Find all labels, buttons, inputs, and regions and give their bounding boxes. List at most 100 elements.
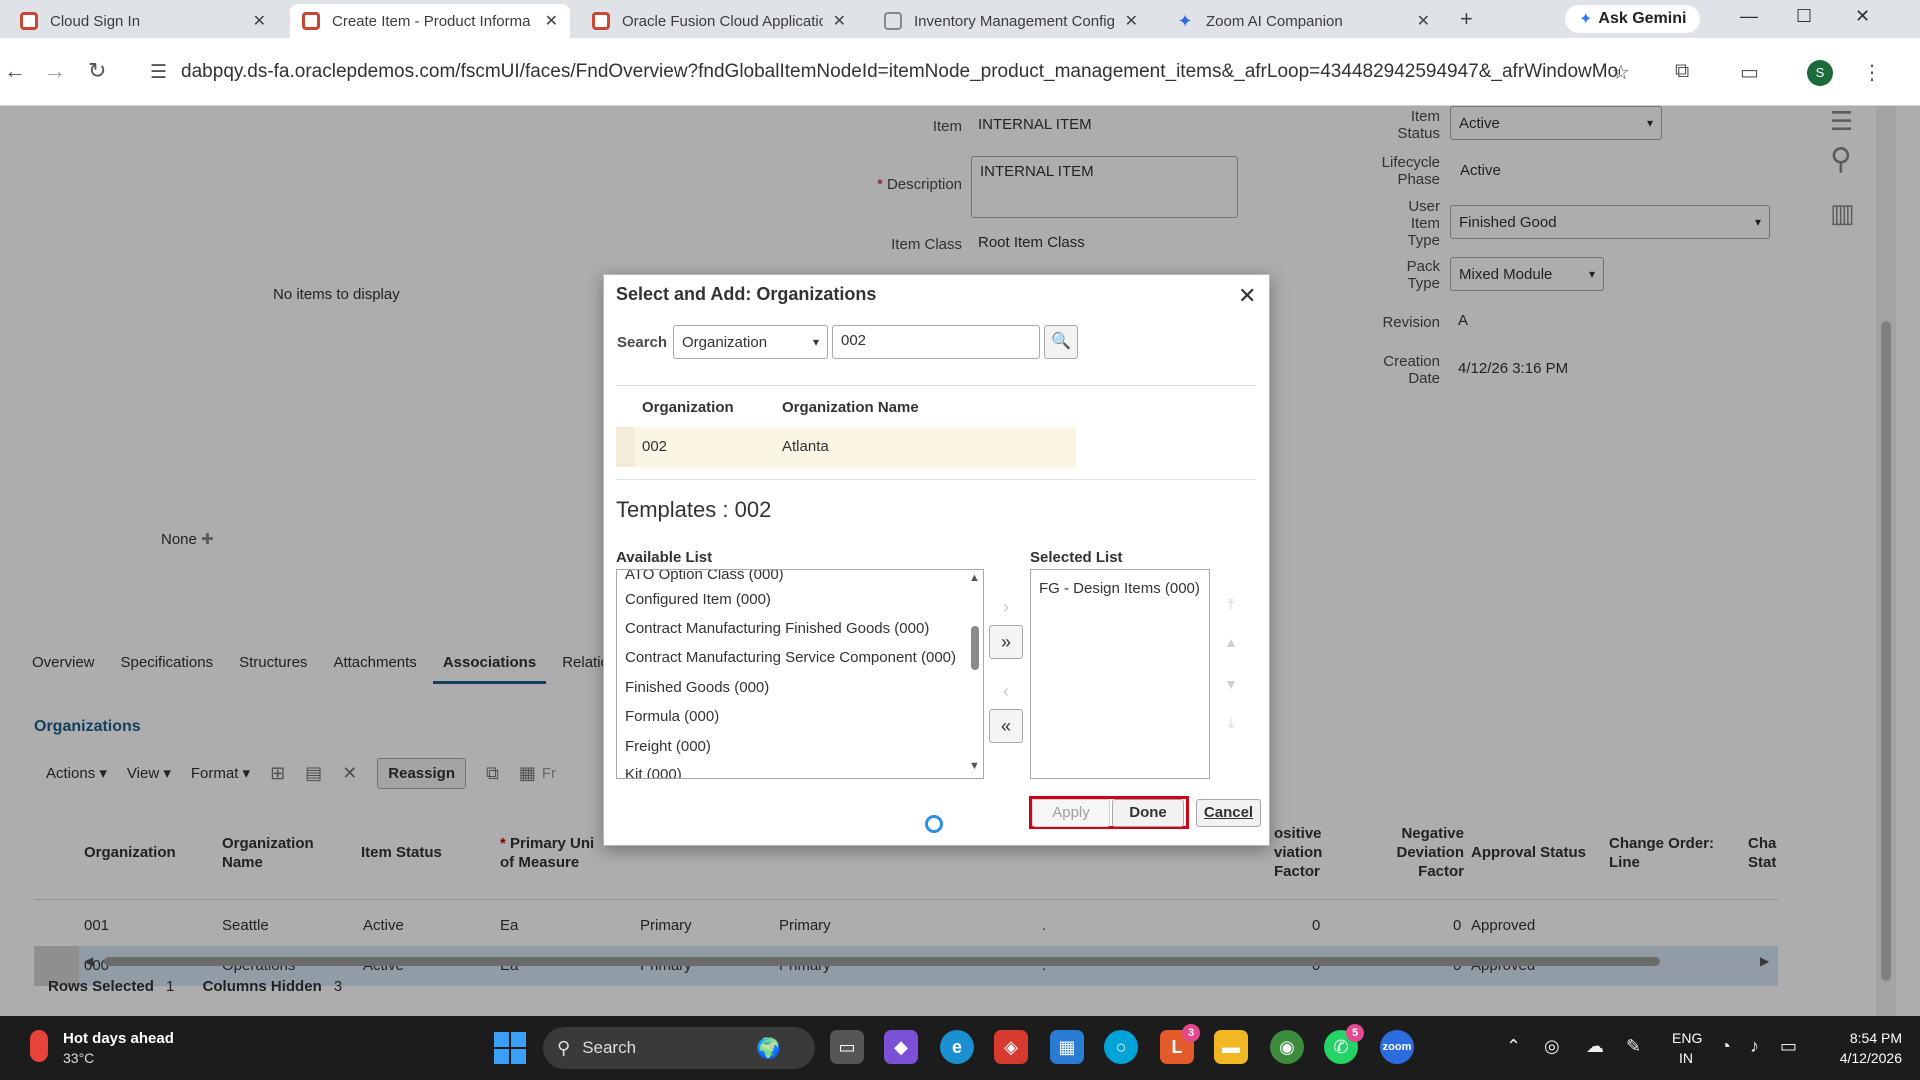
tab-create-item[interactable]: Create Item - Product Informa ✕ — [290, 4, 570, 38]
minimize-icon[interactable]: — — [1740, 6, 1758, 27]
apply-button[interactable]: Apply — [1032, 799, 1110, 827]
table-row[interactable]: 002 Atlanta — [616, 427, 1076, 467]
list-item[interactable]: ATO Option Class (000) — [625, 570, 784, 583]
extensions-icon[interactable]: ⧉ — [1675, 60, 1689, 83]
taskbar-search-label: Search — [582, 1038, 637, 1057]
reload-icon[interactable]: ↻ — [88, 58, 106, 84]
list-item[interactable]: Kit (000) — [625, 766, 682, 778]
chrome-icon[interactable]: ◉ — [1270, 1030, 1304, 1064]
weather-thermometer-icon[interactable] — [30, 1030, 48, 1062]
cancel-button[interactable]: Cancel — [1196, 799, 1261, 827]
url-text: dabpqy.ds-fa.oraclepdemos.com/fscmUI/fac… — [181, 61, 1620, 82]
list-item[interactable]: Contract Manufacturing Finished Goods (0… — [625, 620, 929, 637]
menu-kebab-icon[interactable]: ⋮ — [1862, 60, 1882, 85]
list-item[interactable]: Contract Manufacturing Service Component… — [625, 649, 956, 666]
cortana-icon[interactable]: ○ — [1104, 1030, 1138, 1064]
scroll-up-icon[interactable]: ▲ — [969, 572, 980, 584]
sync-icon[interactable]: ◎ — [1544, 1036, 1560, 1057]
templates-title: Templates : 002 — [616, 497, 772, 522]
loading-spinner — [925, 815, 943, 833]
col-organization-name[interactable]: Organization Name — [782, 399, 919, 416]
tab-cloud-sign-in[interactable]: Cloud Sign In ✕ — [8, 4, 278, 38]
url-field[interactable]: ☰ dabpqy.ds-fa.oraclepdemos.com/fscmUI/f… — [140, 52, 1620, 92]
tab-oracle-fusion[interactable]: Oracle Fusion Cloud Applicatic ✕ — [580, 4, 858, 38]
store-icon[interactable]: ▦ — [1050, 1030, 1084, 1064]
list-item[interactable]: Freight (000) — [625, 738, 711, 755]
region-indicator[interactable]: IN — [1679, 1050, 1693, 1066]
zoom-sparkle-icon: ✦ — [1177, 11, 1193, 31]
close-tab-icon[interactable]: ✕ — [1417, 11, 1430, 31]
scroll-down-icon[interactable]: ▼ — [969, 760, 980, 772]
l-app-icon[interactable]: L3 — [1160, 1024, 1200, 1064]
edge-icon[interactable]: e — [940, 1030, 974, 1064]
move-selected-icon[interactable]: › — [989, 591, 1023, 625]
tab-title: Inventory Management Config — [914, 12, 1115, 30]
cloud-icon[interactable]: ☁ — [1586, 1036, 1604, 1057]
ask-gemini-button[interactable]: ✦ Ask Gemini — [1565, 5, 1701, 33]
remove-all-button[interactable]: « — [989, 709, 1023, 743]
close-icon[interactable]: ✕ — [1238, 283, 1256, 309]
close-tab-icon[interactable]: ✕ — [1125, 11, 1138, 31]
tab-title: Oracle Fusion Cloud Applicatic — [622, 12, 823, 30]
search-button[interactable]: 🔍 — [1044, 325, 1078, 359]
tab-inventory-config[interactable]: Inventory Management Config ✕ — [872, 4, 1150, 38]
available-list[interactable]: ATO Option Class (000) Configured Item (… — [616, 569, 984, 779]
move-bottom-icon[interactable]: ⤓ — [1214, 705, 1248, 739]
search-type-value: Organization — [682, 333, 768, 351]
file-explorer-icon[interactable]: ▬ — [1214, 1030, 1248, 1064]
taskbar-search[interactable]: ⚲ Search 🌍 — [543, 1027, 815, 1069]
notification-badge: 5 — [1346, 1024, 1364, 1042]
remove-selected-icon[interactable]: ‹ — [989, 675, 1023, 709]
tab-zoom-ai[interactable]: ✦ Zoom AI Companion ✕ — [1164, 4, 1442, 38]
shield-icon[interactable]: ◈ — [994, 1030, 1028, 1064]
available-list-scrollbar[interactable]: ▲ ▼ — [967, 570, 983, 778]
volume-icon[interactable]: ♪ — [1750, 1036, 1759, 1057]
done-button[interactable]: Done — [1112, 799, 1184, 827]
col-organization[interactable]: Organization — [642, 399, 734, 416]
move-top-icon[interactable]: ⤒ — [1214, 587, 1248, 621]
start-tile — [494, 1032, 509, 1047]
new-tab-icon[interactable]: + — [1460, 6, 1473, 32]
list-item[interactable]: Formula (000) — [625, 708, 719, 725]
search-label: Search — [617, 334, 668, 351]
back-icon[interactable]: ← — [4, 58, 26, 84]
weather-temperature[interactable]: 33°C — [63, 1050, 94, 1066]
close-window-icon[interactable]: ✕ — [1855, 6, 1870, 27]
search-type-select[interactable]: Organization ▾ — [673, 325, 828, 359]
clock-date[interactable]: 4/12/2026 — [1820, 1050, 1902, 1066]
bookmark-star-icon[interactable]: ☆ — [1612, 60, 1630, 85]
search-input[interactable]: 002 — [832, 325, 1040, 359]
oracle-icon — [592, 12, 610, 30]
side-panel-icon[interactable]: ▭ — [1740, 60, 1759, 85]
list-item[interactable]: Configured Item (000) — [625, 591, 771, 608]
move-all-button[interactable]: » — [989, 625, 1023, 659]
zoom-icon[interactable]: zoom — [1380, 1030, 1414, 1064]
language-indicator[interactable]: ENG — [1672, 1030, 1702, 1046]
list-item[interactable]: FG - Design Items (000) — [1039, 580, 1200, 597]
search-icon: 🔍 — [1051, 333, 1071, 350]
whatsapp-icon[interactable]: ✆ 5 — [1324, 1024, 1364, 1064]
copilot-icon[interactable]: ◆ — [884, 1030, 918, 1064]
windows-start-icon[interactable] — [494, 1032, 526, 1064]
clock-time[interactable]: 8:54 PM — [1832, 1030, 1902, 1046]
gemini-sparkle-icon: ✦ — [1579, 11, 1593, 28]
forward-icon[interactable]: → — [44, 58, 66, 84]
close-tab-icon[interactable]: ✕ — [833, 11, 846, 31]
chevron-up-icon[interactable]: ⌃ — [1506, 1036, 1521, 1057]
move-down-icon[interactable]: ▼ — [1214, 667, 1248, 701]
microphone-icon[interactable]: ✎ — [1626, 1036, 1641, 1057]
profile-avatar[interactable]: S — [1807, 60, 1833, 86]
wifi-icon[interactable]: ◔ — [1720, 1036, 1731, 1057]
scroll-thumb[interactable] — [971, 626, 979, 670]
site-info-icon[interactable]: ☰ — [150, 61, 167, 84]
list-item[interactable]: Finished Goods (000) — [625, 679, 769, 696]
close-tab-icon[interactable]: ✕ — [545, 11, 558, 31]
weather-title[interactable]: Hot days ahead — [63, 1030, 174, 1047]
selected-list[interactable]: FG - Design Items (000) — [1030, 569, 1210, 779]
cell-organization: 002 — [642, 438, 668, 455]
task-view-icon[interactable]: ▭ — [830, 1030, 864, 1064]
maximize-icon[interactable]: ☐ — [1796, 6, 1812, 27]
battery-icon[interactable]: ▭ — [1780, 1036, 1797, 1057]
close-tab-icon[interactable]: ✕ — [253, 11, 266, 31]
move-up-icon[interactable]: ▲ — [1214, 625, 1248, 659]
